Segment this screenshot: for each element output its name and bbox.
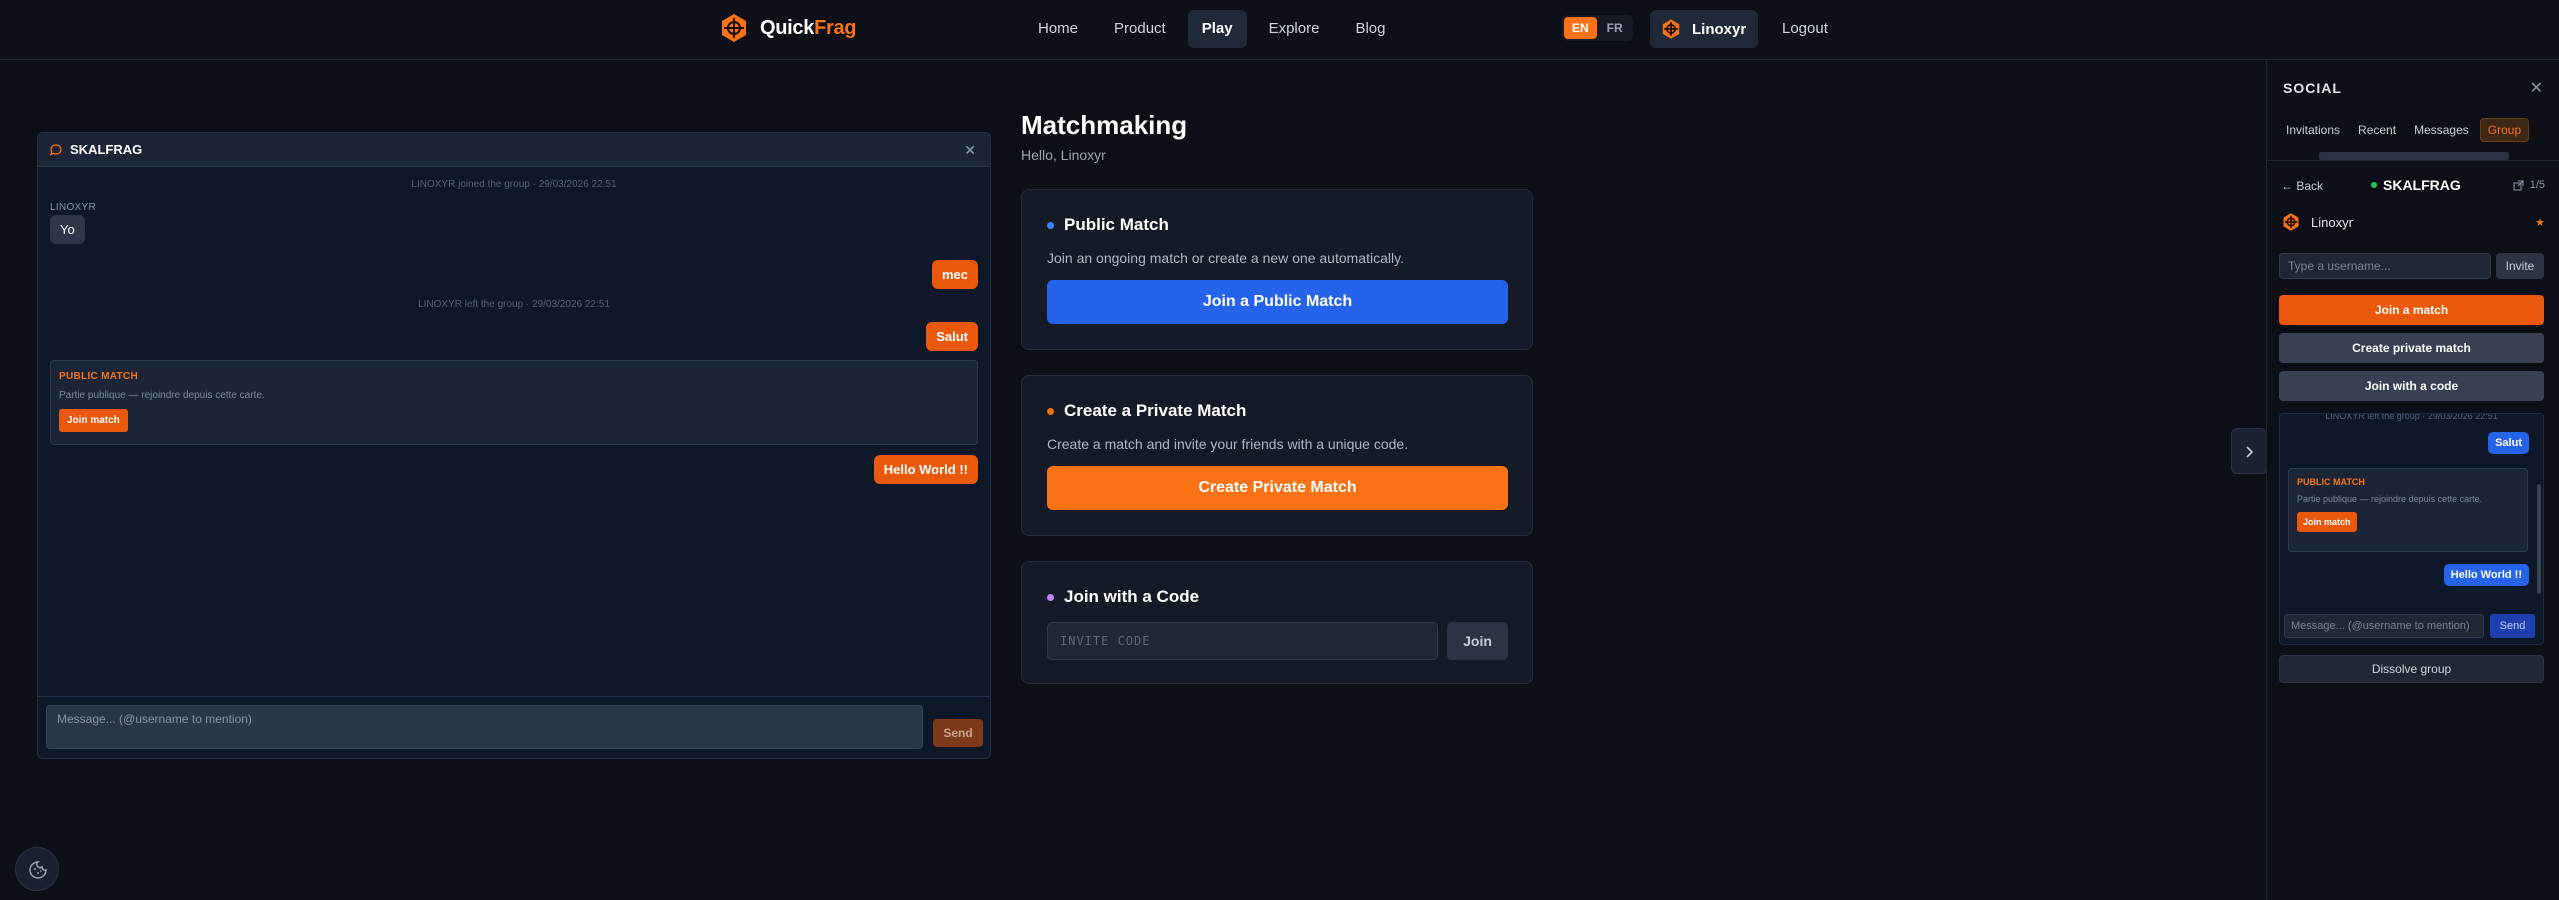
join-code-header: Join with a Code <box>1047 587 1199 607</box>
nav-links: Home Product Play Explore Blog <box>1024 10 1399 48</box>
lang-fr[interactable]: FR <box>1599 17 1631 39</box>
sidebar-message-input[interactable]: Message... (@username to mention) <box>2284 614 2484 638</box>
match-card-desc: Partie publique — rejoindre depuis cette… <box>2297 494 2483 504</box>
match-card-title: PUBLIC MATCH <box>2297 477 2365 487</box>
public-match-desc: Join an ongoing match or create a new on… <box>1047 250 1404 266</box>
private-match-card: Create a Private Match Create a match an… <box>1021 375 1533 536</box>
social-title: SOCIAL <box>2283 80 2342 96</box>
logo-text: QuickFrag <box>760 16 857 39</box>
invite-code-input[interactable]: INVITE CODE <box>1047 622 1438 660</box>
user-menu-button[interactable]: Linoxyr <box>1650 10 1759 48</box>
chat-composer: Message... (@username to mention) Send <box>38 696 990 758</box>
message-sender: LINOXYR <box>50 202 97 213</box>
match-card-title: PUBLIC MATCH <box>59 371 138 382</box>
top-navbar: QuickFrag Home Product Play Explore Blog… <box>0 0 2559 60</box>
message-bubble: mec <box>931 260 978 289</box>
status-dot <box>1047 593 1054 601</box>
system-message: LINOXYR joined the group · 29/03/2026 22… <box>411 179 617 190</box>
group-chat-window: SKALFRAG ✕ LINOXYR joined the group · 29… <box>37 132 991 759</box>
language-switch: EN FR <box>1562 15 1633 41</box>
group-name: SKALFRAG <box>2383 177 2461 193</box>
nav-home[interactable]: Home <box>1024 10 1092 48</box>
join-code-card: Join with a Code INVITE CODE Join <box>1021 561 1533 684</box>
member-count-text: 1/5 <box>2529 179 2545 191</box>
create-private-match-button[interactable]: Create Private Match <box>1047 466 1508 510</box>
match-card: PUBLIC MATCH Partie publique — rejoindre… <box>2288 468 2528 552</box>
send-button[interactable]: Send <box>933 719 983 747</box>
social-tabs: Invitations Recent Messages Group <box>2279 118 2530 142</box>
nav-play[interactable]: Play <box>1187 10 1247 48</box>
private-match-desc: Create a match and invite your friends w… <box>1047 436 1409 452</box>
member-name: Linoxyr <box>2311 214 2353 230</box>
system-message: LINOXYR left the group · 29/03/2026 22:5… <box>2325 413 2498 421</box>
private-match-header: Create a Private Match <box>1047 401 1246 421</box>
nav-product[interactable]: Product <box>1100 10 1180 48</box>
join-match-button[interactable]: Join match <box>59 409 128 432</box>
join-with-code-button[interactable]: Join with a code <box>2279 371 2544 401</box>
leader-star-icon: ★ <box>2535 217 2545 229</box>
chat-title: SKALFRAG <box>70 142 143 157</box>
chat-header: SKALFRAG ✕ <box>38 133 990 167</box>
match-card: PUBLIC MATCH Partie publique — rejoindre… <box>50 360 978 445</box>
message-bubble: Yo <box>50 215 85 244</box>
tab-messages[interactable]: Messages <box>2407 118 2476 142</box>
status-dot <box>1047 407 1054 415</box>
member-avatar-icon <box>2283 213 2299 231</box>
logo[interactable]: QuickFrag <box>718 12 857 44</box>
sidebar-send-button[interactable]: Send <box>2490 614 2535 638</box>
invite-button[interactable]: Invite <box>2496 253 2544 279</box>
cookie-settings-button[interactable] <box>15 847 59 891</box>
page-title: Matchmaking <box>1021 110 1188 140</box>
cookie-icon <box>29 861 47 879</box>
create-private-match-button[interactable]: Create private match <box>2279 333 2544 363</box>
chat-messages[interactable]: LINOXYR joined the group · 29/03/2026 22… <box>38 167 990 697</box>
join-code-title: Join with a Code <box>1064 587 1200 606</box>
message-bubble: Hello World !! <box>2443 564 2529 586</box>
dissolve-group-button[interactable]: Dissolve group <box>2279 655 2544 683</box>
tab-recent[interactable]: Recent <box>2351 118 2403 142</box>
close-icon[interactable]: ✕ <box>964 142 976 158</box>
message-bubble: Salut <box>2488 432 2529 454</box>
sidebar-chat[interactable]: LINOXYR left the group · 29/03/2026 22:5… <box>2279 413 2544 645</box>
join-match-button[interactable]: Join match <box>2297 512 2357 532</box>
system-message: LINOXYR left the group · 29/03/2026 22:5… <box>418 299 610 310</box>
greeting: Hello, Linoxyr <box>1021 147 1106 163</box>
tab-invitations[interactable]: Invitations <box>2279 118 2347 142</box>
message-bubble: Hello World !! <box>873 455 978 484</box>
chat-scrollbar[interactable] <box>2537 484 2541 594</box>
lang-en[interactable]: EN <box>1564 17 1597 39</box>
group-member[interactable]: Linoxyr <box>2281 212 2353 232</box>
join-code-button[interactable]: Join <box>1447 622 1508 660</box>
invite-username-input[interactable]: Type a username... <box>2279 253 2491 279</box>
back-button[interactable]: ← Back <box>2281 179 2323 193</box>
tab-group[interactable]: Group <box>2479 118 2530 142</box>
join-public-match-button[interactable]: Join a Public Match <box>1047 280 1508 324</box>
group-header: SKALFRAG <box>2371 177 2461 193</box>
external-link-icon[interactable] <box>2513 180 2524 191</box>
close-icon[interactable]: ✕ <box>2530 78 2543 98</box>
expand-panel-button[interactable] <box>2231 428 2267 474</box>
logout-link[interactable]: Logout <box>1782 10 1828 48</box>
member-count: 1/5 <box>2513 179 2545 191</box>
match-card-desc: Partie publique — rejoindre depuis cette… <box>59 390 265 401</box>
message-bubble: Salut <box>926 322 978 351</box>
user-avatar-icon <box>1662 19 1680 39</box>
online-dot <box>2371 182 2377 188</box>
nav-blog[interactable]: Blog <box>1341 10 1399 48</box>
join-a-match-button[interactable]: Join a match <box>2279 295 2544 325</box>
logo-icon <box>722 14 746 42</box>
status-dot <box>1047 221 1054 229</box>
tab-scrollbar[interactable] <box>2319 152 2509 160</box>
message-input[interactable]: Message... (@username to mention) <box>46 705 923 749</box>
public-match-title: Public Match <box>1064 215 1169 234</box>
social-sidebar: SOCIAL ✕ Invitations Recent Messages Gro… <box>2266 60 2559 900</box>
nav-explore[interactable]: Explore <box>1255 10 1334 48</box>
public-match-header: Public Match <box>1047 215 1169 235</box>
private-match-title: Create a Private Match <box>1064 401 1247 420</box>
divider <box>2267 160 2559 161</box>
chat-bubble-icon <box>50 143 62 156</box>
chevron-right-icon <box>2246 446 2254 458</box>
public-match-card: Public Match Join an ongoing match or cr… <box>1021 189 1533 350</box>
user-name: Linoxyr <box>1692 20 1747 38</box>
